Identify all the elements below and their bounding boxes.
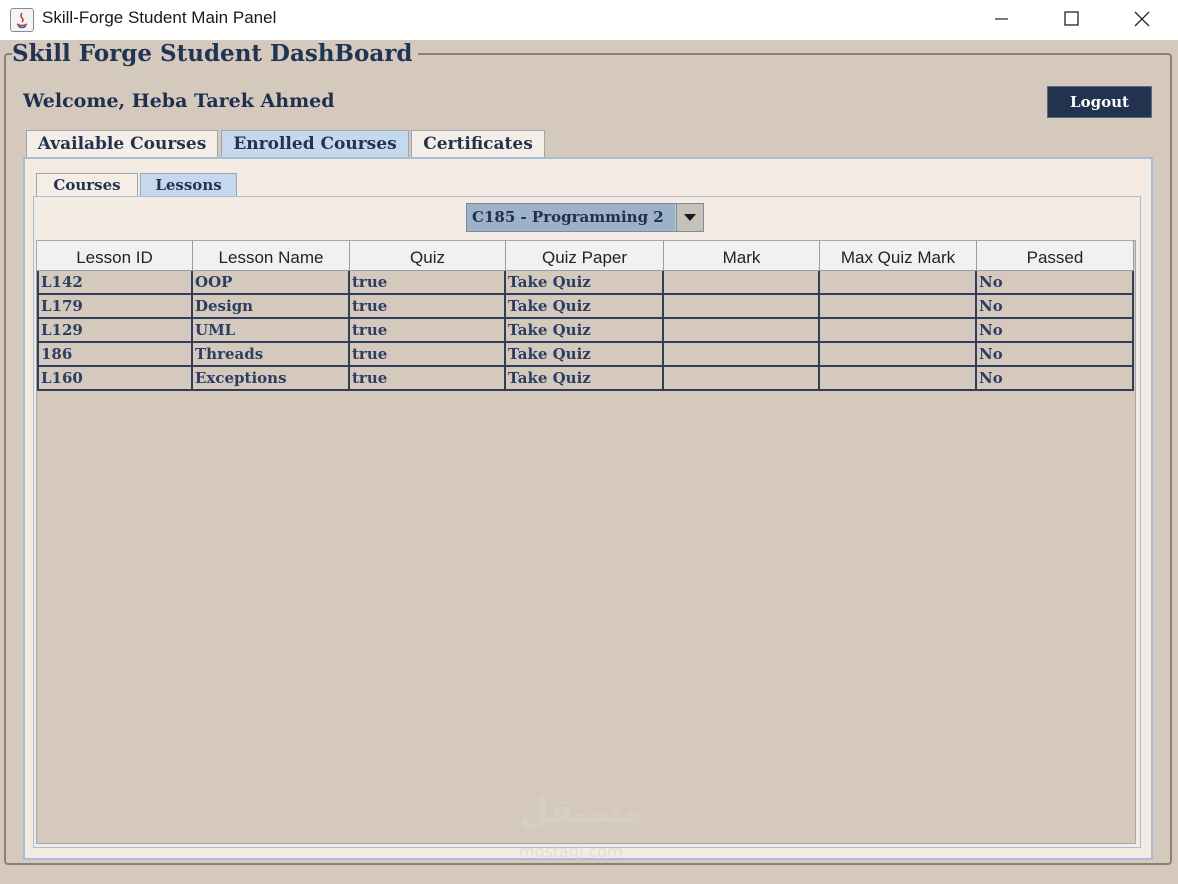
chevron-down-icon (684, 214, 696, 221)
cell-quiz[interactable]: true (350, 271, 506, 295)
logout-button[interactable]: Logout (1047, 86, 1152, 118)
maximize-button[interactable] (1036, 0, 1106, 38)
cell-max-quiz-mark[interactable] (820, 343, 977, 367)
table-row[interactable]: L142 OOP true Take Quiz No (37, 271, 1134, 295)
course-select-value: C185 - Programming 2 (467, 204, 675, 231)
cell-max-quiz-mark[interactable] (820, 319, 977, 343)
cell-mark[interactable] (664, 295, 820, 319)
cell-mark[interactable] (664, 319, 820, 343)
cell-mark[interactable] (664, 343, 820, 367)
cell-lesson-id[interactable]: L179 (37, 295, 193, 319)
cell-max-quiz-mark[interactable] (820, 367, 977, 391)
column-header-quiz[interactable]: Quiz (350, 241, 506, 271)
table-row[interactable]: 186 Threads true Take Quiz No (37, 343, 1134, 367)
table-row[interactable]: L129 UML true Take Quiz No (37, 319, 1134, 343)
watermark-url: mostaql.com (519, 842, 623, 861)
minimize-icon (995, 18, 1008, 20)
cell-quiz[interactable]: true (350, 343, 506, 367)
cell-take-quiz[interactable]: Take Quiz (506, 343, 664, 367)
cell-lesson-name[interactable]: Threads (193, 343, 350, 367)
column-header-max-quiz-mark[interactable]: Max Quiz Mark (820, 241, 977, 271)
maximize-icon (1064, 11, 1079, 26)
cell-mark[interactable] (664, 367, 820, 391)
cell-take-quiz[interactable]: Take Quiz (506, 295, 664, 319)
window-title: Skill-Forge Student Main Panel (42, 8, 277, 27)
table-row[interactable]: L179 Design true Take Quiz No (37, 295, 1134, 319)
cell-quiz[interactable]: true (350, 367, 506, 391)
cell-passed[interactable]: No (977, 319, 1134, 343)
column-header-quiz-paper[interactable]: Quiz Paper (506, 241, 664, 271)
cell-lesson-name[interactable]: Design (193, 295, 350, 319)
welcome-label: Welcome, Heba Tarek Ahmed (23, 90, 335, 112)
cell-lesson-id[interactable]: 186 (37, 343, 193, 367)
column-header-mark[interactable]: Mark (664, 241, 820, 271)
tab-available-courses[interactable]: Available Courses (26, 130, 218, 157)
cell-passed[interactable]: No (977, 271, 1134, 295)
tab-certificates[interactable]: Certificates (411, 130, 545, 157)
cell-lesson-id[interactable]: L142 (37, 271, 193, 295)
cell-take-quiz[interactable]: Take Quiz (506, 367, 664, 391)
cell-lesson-name[interactable]: OOP (193, 271, 350, 295)
tab-enrolled-courses[interactable]: Enrolled Courses (221, 130, 409, 157)
close-button[interactable] (1106, 0, 1176, 38)
cell-lesson-id[interactable]: L160 (37, 367, 193, 391)
cell-take-quiz[interactable]: Take Quiz (506, 271, 664, 295)
table-row[interactable]: L160 Exceptions true Take Quiz No (37, 367, 1134, 391)
cell-lesson-name[interactable]: Exceptions (193, 367, 350, 391)
cell-lesson-id[interactable]: L129 (37, 319, 193, 343)
cell-quiz[interactable]: true (350, 295, 506, 319)
cell-mark[interactable] (664, 271, 820, 295)
close-icon (1134, 11, 1150, 27)
cell-passed[interactable]: No (977, 367, 1134, 391)
subtab-courses[interactable]: Courses (36, 173, 138, 196)
course-select[interactable]: C185 - Programming 2 (466, 203, 704, 232)
cell-max-quiz-mark[interactable] (820, 271, 977, 295)
column-header-passed[interactable]: Passed (977, 241, 1134, 271)
cell-max-quiz-mark[interactable] (820, 295, 977, 319)
column-header-lesson-name[interactable]: Lesson Name (193, 241, 350, 271)
java-app-icon (10, 8, 34, 32)
dashboard-title: Skill Forge Student DashBoard (12, 40, 419, 67)
cell-quiz[interactable]: true (350, 319, 506, 343)
cell-take-quiz[interactable]: Take Quiz (506, 319, 664, 343)
minimize-button[interactable] (966, 0, 1036, 38)
watermark-logo: مستقل (519, 792, 644, 832)
column-header-lesson-id[interactable]: Lesson ID (37, 241, 193, 271)
cell-lesson-name[interactable]: UML (193, 319, 350, 343)
dropdown-arrow-button[interactable] (676, 204, 703, 231)
cell-passed[interactable]: No (977, 343, 1134, 367)
subtab-lessons[interactable]: Lessons (140, 173, 237, 196)
cell-passed[interactable]: No (977, 295, 1134, 319)
